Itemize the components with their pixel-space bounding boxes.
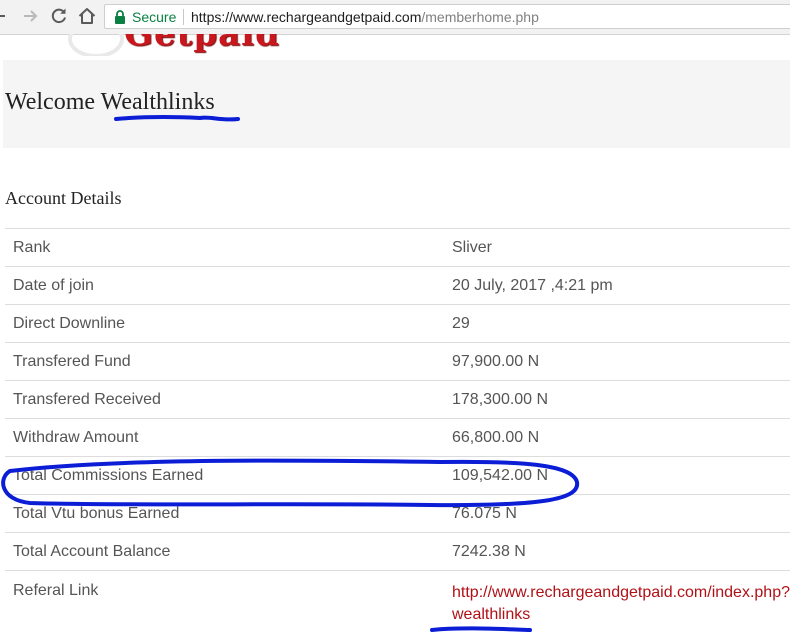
table-row: Referal Link http://www.rechargeandgetpa… xyxy=(5,570,790,631)
forward-button[interactable] xyxy=(20,5,42,27)
home-button[interactable] xyxy=(76,5,98,27)
table-row: Total Account Balance 7242.38 N xyxy=(5,532,790,571)
url-path: /memberhome.php xyxy=(421,9,539,25)
row-label: Referal Link xyxy=(5,570,444,631)
referral-link-line1: http://www.rechargeandgetpaid.com/index.… xyxy=(452,584,790,601)
logo-text: Getpaid xyxy=(124,34,280,54)
url-text[interactable]: https://www.rechargeandgetpaid.com/membe… xyxy=(191,9,539,25)
back-button[interactable] xyxy=(0,5,10,27)
table-row: Rank Sliver xyxy=(5,228,790,267)
row-value: 20 July, 2017 ,4:21 pm xyxy=(444,266,790,305)
lock-icon xyxy=(115,10,125,24)
browser-toolbar: Secure https://www.rechargeandgetpaid.co… xyxy=(0,0,790,35)
row-value: Sliver xyxy=(444,228,790,267)
account-details-title: Account Details xyxy=(5,188,122,208)
table-row: Total Commissions Earned 109,542.00 N xyxy=(5,456,790,495)
welcome-greeting: Welcome xyxy=(5,89,96,115)
row-value: 76.075 N xyxy=(444,494,790,533)
omnibox-divider xyxy=(183,9,184,25)
row-value: 7242.38 N xyxy=(444,532,790,571)
row-value: 97,900.00 N xyxy=(444,342,790,381)
row-label: Withdraw Amount xyxy=(5,418,444,457)
row-value: 109,542.00 N xyxy=(444,456,790,495)
reload-button[interactable] xyxy=(48,5,70,27)
table-row: Transfered Received 178,300.00 N xyxy=(5,380,790,419)
row-value: 29 xyxy=(444,304,790,343)
row-label: Transfered Fund xyxy=(5,342,444,381)
table-row: Total Vtu bonus Earned 76.075 N xyxy=(5,494,790,533)
row-value: http://www.rechargeandgetpaid.com/index.… xyxy=(444,570,790,631)
row-label: Transfered Received xyxy=(5,380,444,419)
row-label: Date of join xyxy=(5,266,444,305)
row-label: Direct Downline xyxy=(5,304,444,343)
row-label: Rank xyxy=(5,228,444,267)
row-label: Total Commissions Earned xyxy=(5,456,444,495)
row-value: 66,800.00 N xyxy=(444,418,790,457)
welcome-banner: Welcome Wealthlinks xyxy=(3,60,790,148)
url-base: https://www.rechargeandgetpaid.com xyxy=(191,9,422,25)
referral-link[interactable]: http://www.rechargeandgetpaid.com/index.… xyxy=(452,582,790,626)
row-value: 178,300.00 N xyxy=(444,380,790,419)
row-label: Total Account Balance xyxy=(5,532,444,571)
logo-swoosh xyxy=(68,34,124,56)
welcome-username: Wealthlinks xyxy=(100,89,215,115)
address-bar[interactable]: Secure https://www.rechargeandgetpaid.co… xyxy=(104,4,790,29)
table-row: Transfered Fund 97,900.00 N xyxy=(5,342,790,381)
row-label: Total Vtu bonus Earned xyxy=(5,494,444,533)
referral-link-line2: wealthlinks xyxy=(452,606,531,623)
reload-icon xyxy=(51,8,66,24)
site-logo[interactable]: Getpaid xyxy=(60,34,280,56)
back-arrow-icon xyxy=(0,15,5,17)
account-details-table: Rank Sliver Date of join 20 July, 2017 ,… xyxy=(5,228,790,631)
forward-arrow-icon xyxy=(24,10,38,22)
welcome-heading: Welcome Wealthlinks xyxy=(5,89,215,116)
secure-label: Secure xyxy=(132,9,177,25)
table-row: Withdraw Amount 66,800.00 N xyxy=(5,418,790,457)
table-row: Direct Downline 29 xyxy=(5,304,790,343)
home-icon xyxy=(78,8,96,24)
table-row: Date of join 20 July, 2017 ,4:21 pm xyxy=(5,266,790,305)
